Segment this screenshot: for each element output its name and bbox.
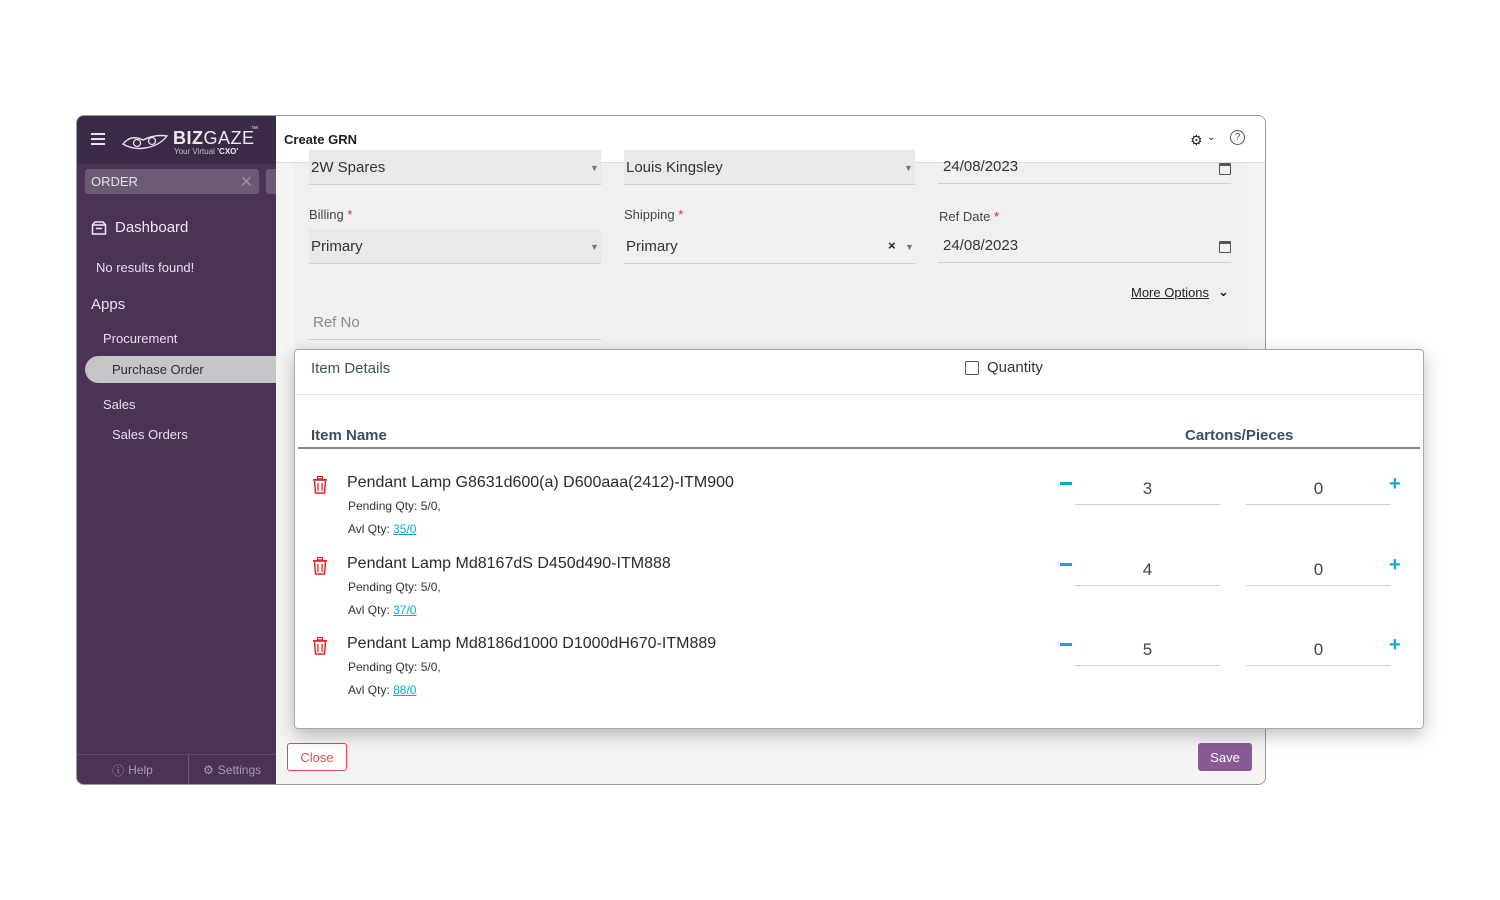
branch-select[interactable]: 2W Spares: [309, 150, 601, 185]
item-row: Pendant Lamp G8631d600(a) D600aaa(2412)-…: [295, 474, 1425, 554]
item-details-popup: Item Details Quantity Item Name Cartons/…: [294, 349, 1424, 729]
settings-gear-icon: ⚙: [203, 763, 214, 777]
item-name: Pendant Lamp Md8167dS D450d490-ITM888: [347, 555, 671, 572]
trash-icon[interactable]: [312, 637, 328, 655]
avl-qty: Avl Qty: 88/0: [348, 683, 417, 697]
settings-link[interactable]: ⚙ Settings: [189, 755, 276, 784]
shipping-select[interactable]: Primary: [624, 229, 915, 264]
chevron-down-icon[interactable]: ⌄: [1207, 132, 1215, 143]
plus-icon[interactable]: +: [1389, 635, 1401, 655]
help-icon[interactable]: ?: [1230, 130, 1245, 145]
logo-wordmark: BIZGAZE: [173, 128, 255, 148]
pieces-input[interactable]: 0: [1246, 633, 1391, 666]
quantity-checkbox[interactable]: Quantity: [965, 359, 1043, 376]
close-button[interactable]: Close: [287, 743, 347, 771]
checkbox-icon[interactable]: [965, 360, 979, 375]
avl-qty-link[interactable]: 35/0: [393, 522, 416, 536]
trash-icon[interactable]: [312, 557, 328, 575]
sidebar: BIZGAZE ™ Your Virtual 'CXO' ORDER ✕ Das…: [77, 116, 276, 784]
sidebar-item-sales-orders[interactable]: Sales Orders: [112, 427, 188, 442]
ref-no-input[interactable]: Ref No: [309, 305, 601, 340]
plus-icon[interactable]: +: [1389, 474, 1401, 494]
quantity-checkbox-label: Quantity: [987, 359, 1043, 376]
owl-logo-icon: [121, 134, 169, 150]
pieces-input[interactable]: 0: [1246, 472, 1391, 505]
sidebar-item-label: Dashboard: [115, 219, 189, 236]
sidebar-footer: ⓘ Help ⚙ Settings: [77, 754, 276, 784]
popup-title: Item Details: [311, 360, 391, 377]
pending-qty: Pending Qty: 5/0,: [348, 660, 441, 674]
clear-icon[interactable]: ×: [888, 238, 896, 253]
avl-qty-link[interactable]: 88/0: [393, 683, 416, 697]
help-link[interactable]: ⓘ Help: [77, 755, 189, 784]
ref-date-input[interactable]: 24/08/2023: [938, 228, 1231, 263]
ref-no-placeholder: Ref No: [313, 314, 360, 331]
avl-qty-link[interactable]: 37/0: [393, 603, 416, 617]
cartons-input[interactable]: 4: [1075, 553, 1220, 586]
settings-label: Settings: [217, 763, 262, 777]
supplier-select[interactable]: Louis Kingsley: [624, 150, 915, 185]
sidebar-item-dashboard[interactable]: Dashboard: [91, 219, 188, 236]
sidebar-search-input[interactable]: ORDER ✕: [85, 169, 259, 194]
pieces-input[interactable]: 0: [1246, 553, 1391, 586]
page-title: Create GRN: [284, 132, 357, 147]
minus-icon[interactable]: [1060, 643, 1072, 646]
sidebar-header: BIZGAZE ™ Your Virtual 'CXO': [77, 116, 276, 164]
date-input[interactable]: 24/08/2023: [938, 149, 1231, 184]
avl-qty: Avl Qty: 35/0: [348, 522, 417, 536]
gear-icon[interactable]: ⚙: [1190, 132, 1203, 149]
cartons-input[interactable]: 5: [1075, 633, 1220, 666]
minus-icon[interactable]: [1060, 482, 1072, 485]
divider: [295, 394, 1423, 395]
more-options-link[interactable]: More Options: [1131, 285, 1209, 300]
pending-qty: Pending Qty: 5/0,: [348, 499, 441, 513]
search-value: ORDER: [91, 174, 138, 189]
apps-heading: Apps: [91, 296, 126, 313]
sidebar-item-procurement[interactable]: Procurement: [103, 331, 177, 346]
search-clear-icon[interactable]: ✕: [240, 172, 253, 192]
sidebar-item-purchase-order[interactable]: Purchase Order: [85, 356, 276, 383]
billing-select[interactable]: Primary: [309, 229, 601, 264]
avl-qty: Avl Qty: 37/0: [348, 603, 417, 617]
item-row: Pendant Lamp Md8186d1000 D1000dH670-ITM8…: [295, 635, 1425, 715]
item-row: Pendant Lamp Md8167dS D450d490-ITM888 Pe…: [295, 555, 1425, 635]
no-results-text: No results found!: [96, 260, 195, 275]
cartons-input[interactable]: 3: [1075, 472, 1220, 505]
plus-icon[interactable]: +: [1389, 555, 1401, 575]
help-icon: ⓘ: [112, 763, 125, 778]
pending-qty: Pending Qty: 5/0,: [348, 580, 441, 594]
item-name: Pendant Lamp Md8186d1000 D1000dH670-ITM8…: [347, 635, 717, 652]
header-divider: [298, 447, 1420, 449]
column-header-item-name: Item Name: [311, 427, 387, 444]
column-header-cartons-pieces: Cartons/Pieces: [1185, 427, 1294, 444]
search-side-button[interactable]: [266, 169, 276, 194]
menu-icon[interactable]: [91, 133, 105, 145]
dashboard-icon: [91, 220, 107, 235]
help-label: Help: [128, 763, 153, 777]
minus-icon[interactable]: [1060, 563, 1072, 566]
logo-trademark: ™: [251, 126, 258, 133]
logo: BIZGAZE ™ Your Virtual 'CXO': [121, 126, 261, 156]
item-name: Pendant Lamp G8631d600(a) D600aaa(2412)-…: [347, 474, 734, 491]
save-button[interactable]: Save: [1198, 743, 1252, 771]
sidebar-item-sales[interactable]: Sales: [103, 397, 136, 412]
logo-tagline: Your Virtual 'CXO': [174, 147, 239, 156]
trash-icon[interactable]: [312, 476, 328, 494]
